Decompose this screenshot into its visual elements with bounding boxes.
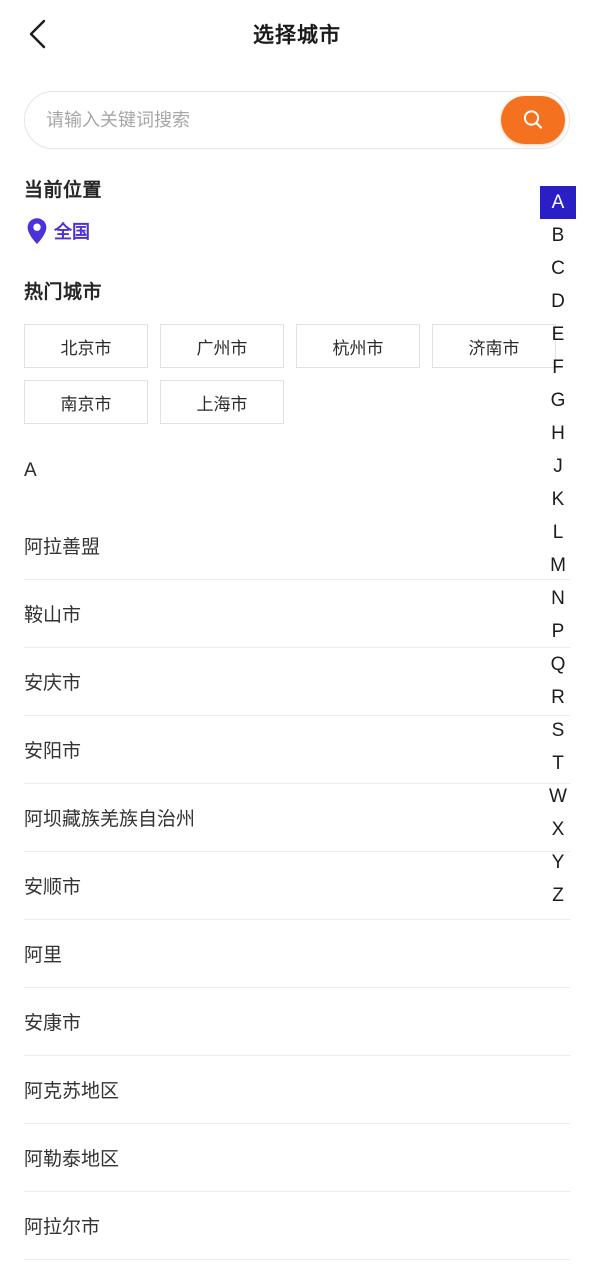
index-letter-b[interactable]: B <box>540 219 576 252</box>
index-letter-y[interactable]: Y <box>540 846 576 879</box>
search-button[interactable] <box>501 96 565 144</box>
index-letter-z[interactable]: Z <box>540 879 576 912</box>
app-header: 选择城市 <box>0 0 594 68</box>
index-letter-e[interactable]: E <box>540 318 576 351</box>
index-letter-d[interactable]: D <box>540 285 576 318</box>
city-list-item[interactable]: 阿勒泰地区 <box>24 1124 570 1192</box>
page-title: 选择城市 <box>253 24 341 47</box>
city-list: 阿拉善盟 鞍山市 安庆市 安阳市 阿坝藏族羌族自治州 安顺市 阿里 安康市 阿克苏地区 阿勒泰地区… <box>0 512 594 1260</box>
hot-city-chip[interactable]: 杭州市 <box>296 324 420 368</box>
index-letter-x[interactable]: X <box>540 813 576 846</box>
index-letter-f[interactable]: F <box>540 351 576 384</box>
city-list-item[interactable]: 阿坝藏族羌族自治州 <box>24 784 570 852</box>
section-letter-header: A <box>24 460 37 481</box>
alphabet-index-bar[interactable]: ABCDEFGHJKLMNPQRSTWXYZ <box>540 186 576 912</box>
index-letter-a[interactable]: A <box>540 186 576 219</box>
search-input[interactable] <box>46 91 446 149</box>
index-letter-c[interactable]: C <box>540 252 576 285</box>
hot-city-chip[interactable]: 上海市 <box>160 380 284 424</box>
index-letter-n[interactable]: N <box>540 582 576 615</box>
city-list-item[interactable]: 安庆市 <box>24 648 570 716</box>
city-picker-screen: 选择城市 当前位置 全国 热门城市 北京市广州市杭州市济南市南京市上海市 A 阿拉… <box>0 0 594 1280</box>
index-letter-s[interactable]: S <box>540 714 576 747</box>
city-list-item[interactable]: 阿拉善盟 <box>24 512 570 580</box>
index-letter-j[interactable]: J <box>540 450 576 483</box>
city-list-item[interactable]: 安顺市 <box>24 852 570 920</box>
hot-cities-title: 热门城市 <box>24 282 103 303</box>
index-letter-r[interactable]: R <box>540 681 576 714</box>
index-letter-w[interactable]: W <box>540 780 576 813</box>
current-location-name: 全国 <box>54 222 90 242</box>
index-letter-h[interactable]: H <box>540 417 576 450</box>
hot-city-chip[interactable]: 南京市 <box>24 380 148 424</box>
index-letter-q[interactable]: Q <box>540 648 576 681</box>
index-letter-k[interactable]: K <box>540 483 576 516</box>
index-letter-p[interactable]: P <box>540 615 576 648</box>
index-letter-g[interactable]: G <box>540 384 576 417</box>
index-letter-m[interactable]: M <box>540 549 576 582</box>
hot-city-chip[interactable]: 北京市 <box>24 324 148 368</box>
city-list-item[interactable]: 阿克苏地区 <box>24 1056 570 1124</box>
current-location-title: 当前位置 <box>24 180 103 201</box>
search-bar <box>24 91 570 149</box>
city-list-item[interactable]: 阿里 <box>24 920 570 988</box>
hot-city-chip[interactable]: 济南市 <box>432 324 556 368</box>
location-pin-icon <box>27 218 47 244</box>
search-icon <box>523 110 543 129</box>
current-location-item[interactable]: 全国 <box>24 216 90 246</box>
city-list-item[interactable]: 鞍山市 <box>24 580 570 648</box>
city-sections: A 阿拉善盟 鞍山市 安庆市 安阳市 阿坝藏族羌族自治州 安顺市 阿里 安康市 阿克苏地区 阿勒泰地… <box>0 460 594 1260</box>
city-list-item[interactable]: 安康市 <box>24 988 570 1056</box>
index-letter-t[interactable]: T <box>540 747 576 780</box>
index-letter-l[interactable]: L <box>540 516 576 549</box>
hot-city-chip[interactable]: 广州市 <box>160 324 284 368</box>
hot-cities-list: 北京市 广州市 杭州市 济南市南京市 上海市 <box>24 324 570 424</box>
city-list-item[interactable]: 阿拉尔市 <box>24 1192 570 1260</box>
city-list-item[interactable]: 安阳市 <box>24 716 570 784</box>
